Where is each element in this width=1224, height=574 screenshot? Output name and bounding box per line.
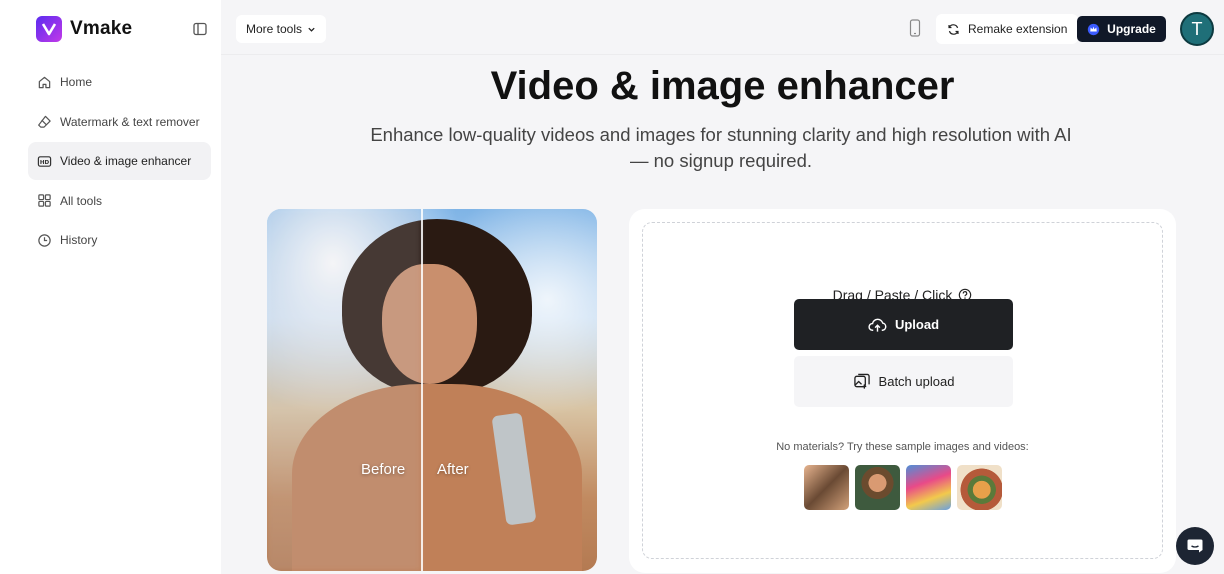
upload-card: Drag / Paste / Click Upload Batch upload… <box>629 209 1176 573</box>
upgrade-label: Upgrade <box>1107 22 1156 36</box>
user-avatar[interactable]: T <box>1180 12 1214 46</box>
clock-icon <box>38 233 51 247</box>
sidebar-item-enhancer[interactable]: HD Video & image enhancer <box>28 142 211 180</box>
vmake-logo-icon <box>36 16 62 42</box>
sidebar-item-home[interactable]: Home <box>28 63 211 101</box>
batch-upload-label: Batch upload <box>878 374 955 389</box>
eraser-icon <box>38 115 51 128</box>
more-tools-label: More tools <box>246 22 303 36</box>
top-bar: More tools Remake extension Upgrade T <box>221 0 1224 55</box>
before-after-preview[interactable]: Before After <box>267 209 597 571</box>
remake-extension-label: Remake extension <box>968 22 1068 36</box>
comparison-slider-handle[interactable] <box>421 209 423 571</box>
sample-thumbnails <box>804 465 1002 510</box>
sample-thumbnail[interactable] <box>855 465 900 510</box>
sidebar-item-history[interactable]: History <box>28 221 211 259</box>
sidebar: Vmake Home Watermark & text remover HD V… <box>0 0 221 574</box>
sidebar-item-label: Video & image enhancer <box>60 154 192 168</box>
more-tools-dropdown[interactable]: More tools <box>236 15 327 43</box>
batch-upload-button[interactable]: Batch upload <box>794 356 1013 407</box>
remake-extension-button[interactable]: Remake extension <box>936 14 1079 44</box>
preview-blur-overlay <box>267 209 421 571</box>
before-label: Before <box>361 461 406 478</box>
sidebar-item-watermark-remover[interactable]: Watermark & text remover <box>28 103 211 141</box>
chevron-down-icon <box>308 27 315 32</box>
upload-button[interactable]: Upload <box>794 299 1013 350</box>
home-icon <box>38 76 51 88</box>
grid-icon <box>38 194 51 207</box>
mobile-phone-icon[interactable] <box>909 19 921 42</box>
brand-name: Vmake <box>70 18 133 39</box>
sidebar-nav: Home Watermark & text remover HD Video &… <box>28 63 211 261</box>
page-subtitle: Enhance low-quality videos and images fo… <box>370 124 1072 171</box>
sidebar-item-label: Watermark & text remover <box>60 114 200 129</box>
upload-label: Upload <box>894 317 940 332</box>
sidebar-item-label: All tools <box>60 193 103 208</box>
sidebar-item-label: Home <box>60 75 93 89</box>
sample-thumbnail[interactable] <box>804 465 849 510</box>
batch-images-icon <box>853 373 870 389</box>
crown-badge-icon <box>1087 23 1100 35</box>
after-label: After <box>437 461 469 478</box>
cloud-upload-icon <box>868 318 887 332</box>
sidebar-toggle-icon[interactable] <box>192 21 208 37</box>
page-title: Video & image enhancer <box>490 64 955 108</box>
sample-thumbnail[interactable] <box>957 465 1002 510</box>
refresh-icon <box>948 23 959 35</box>
chat-icon <box>1187 539 1203 553</box>
sidebar-item-label: History <box>60 233 98 247</box>
brand[interactable]: Vmake <box>36 16 132 42</box>
samples-hint: No materials? Try these sample images an… <box>776 441 1029 453</box>
upgrade-button[interactable]: Upgrade <box>1077 16 1166 42</box>
sidebar-item-all-tools[interactable]: All tools <box>28 182 211 220</box>
upload-dropzone[interactable]: Drag / Paste / Click Upload Batch upload… <box>642 222 1163 559</box>
support-chat-button[interactable] <box>1176 527 1214 565</box>
sample-thumbnail[interactable] <box>906 465 951 510</box>
hd-icon: HD <box>37 155 52 167</box>
svg-text:HD: HD <box>40 159 50 165</box>
